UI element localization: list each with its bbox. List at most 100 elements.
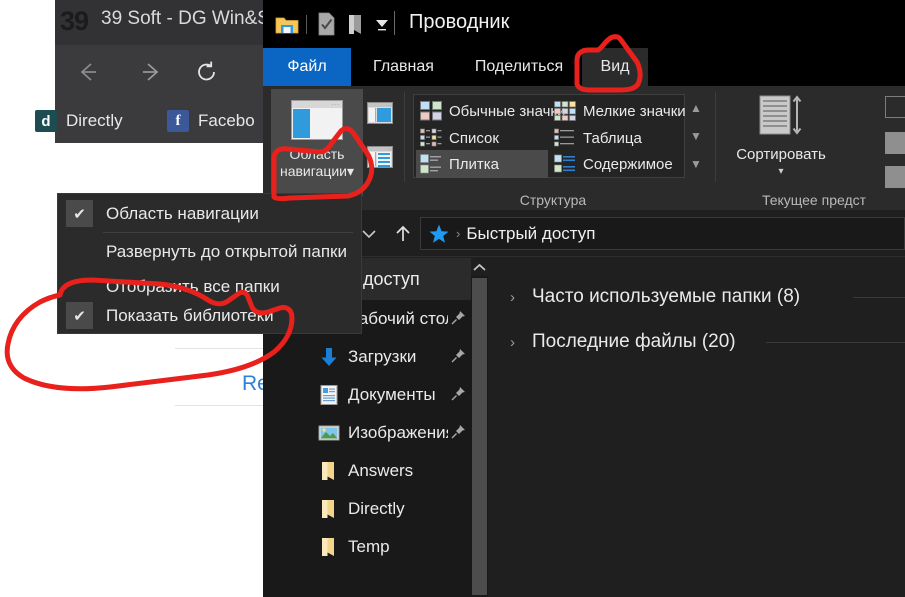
address-bar[interactable]: › Быстрый доступ <box>420 217 905 250</box>
layout-details[interactable]: Таблица <box>550 124 684 152</box>
size-all-columns-button[interactable] <box>885 166 905 188</box>
forward-button[interactable] <box>132 53 170 91</box>
facebook-icon: f <box>167 110 189 132</box>
layout-large-icons[interactable]: Обычные значки <box>416 97 565 125</box>
arrow-left-icon <box>80 63 96 81</box>
navigation-pane-icon: ··· <box>291 100 343 140</box>
up-button[interactable] <box>389 220 417 248</box>
properties-icon[interactable] <box>312 10 340 38</box>
nav-item-directly[interactable]: Directly <box>263 490 471 528</box>
group-label-current-view: Текущее предст <box>761 192 867 208</box>
new-folder-icon[interactable] <box>340 10 368 38</box>
sort-button[interactable]: Сортировать ▾ <box>733 92 829 192</box>
navigation-pane-dropdown-menu: ✔ Область навигации Развернуть до открыт… <box>57 193 362 334</box>
nav-item-answers[interactable]: Answers <box>263 452 471 490</box>
group-divider <box>715 92 716 182</box>
preview-pane-button[interactable]: ·· <box>367 102 393 124</box>
layout-item-label: Обычные значки <box>449 102 566 120</box>
nav-item-label: Directly <box>348 499 405 518</box>
documents-icon <box>318 384 340 406</box>
toolbar-divider <box>306 14 307 34</box>
layout-small-icons[interactable]: Мелкие значки <box>550 97 686 125</box>
group-title: Часто используемые папки (8) <box>532 286 801 307</box>
customize-qat-dropdown-icon[interactable] <box>368 10 396 38</box>
menu-item-label: Развернуть до открытой папки <box>106 241 347 261</box>
size-columns-button[interactable] <box>885 132 905 154</box>
chevron-down-icon: ▾ <box>778 166 784 177</box>
nav-item-label: Документы <box>348 385 436 404</box>
add-columns-button[interactable] <box>885 96 905 118</box>
pin-icon[interactable] <box>451 310 466 329</box>
tab-home[interactable]: Главная <box>351 48 456 86</box>
layout-item-label: Плитка <box>449 155 500 173</box>
nav-item-label: Temp <box>348 537 390 556</box>
tab-file[interactable]: Файл <box>263 48 351 86</box>
bookmark-directly[interactable]: d Directly <box>35 108 123 134</box>
layout-content[interactable]: Содержимое <box>550 150 684 178</box>
nav-item-label: Изображения <box>348 423 448 442</box>
back-button[interactable] <box>69 53 107 91</box>
bookmark-label: Facebo <box>198 111 255 130</box>
tab-view[interactable]: Вид <box>582 48 648 86</box>
list-icon <box>420 128 442 148</box>
gallery-scroll-controls: ▲ ▼ ▼ <box>687 94 705 178</box>
nav-item-temp[interactable]: Temp <box>263 528 471 566</box>
explorer-title-bar: Проводник <box>263 0 905 48</box>
layout-gallery: Обычные значки Мелкие значки Список Табл… <box>413 94 686 178</box>
ribbon-body: ··· Область навигации▾ ·· ·· Обычные зна… <box>263 86 905 210</box>
tab-share[interactable]: Поделиться <box>456 48 582 86</box>
tab-label: Главная <box>373 58 434 75</box>
arrow-up-icon <box>396 225 410 241</box>
chevron-up-icon <box>473 263 486 271</box>
gallery-scroll-down-button[interactable]: ▼ <box>690 130 702 142</box>
title-divider <box>394 11 395 35</box>
group-recent-files[interactable]: › Последние файлы (20) <box>510 325 736 359</box>
details-pane-button[interactable]: ·· <box>367 146 393 168</box>
menu-item-navigation-pane[interactable]: ✔ Область навигации <box>58 196 363 231</box>
nav-item-label: Рабочий стол <box>348 309 448 328</box>
directly-icon: d <box>35 110 57 132</box>
menu-item-expand-to-open-folder[interactable]: Развернуть до открытой папки <box>58 234 363 269</box>
tiles-icon <box>420 154 442 174</box>
group-divider <box>404 92 405 182</box>
nav-item-documents[interactable]: Документы <box>263 376 471 414</box>
nav-item-label: Загрузки <box>348 347 417 366</box>
folder-icon <box>318 460 340 482</box>
explorer-folder-icon[interactable] <box>273 10 301 38</box>
menu-item-show-libraries[interactable]: ✔ Показать библиотеки <box>58 298 363 333</box>
scrollbar-thumb[interactable] <box>472 278 487 595</box>
pin-icon[interactable] <box>451 348 466 367</box>
reload-icon <box>198 61 215 81</box>
layout-item-label: Мелкие значки <box>583 102 686 120</box>
tab-favicon: 39 <box>60 5 92 38</box>
ribbon-tab-strip: Файл Главная Поделиться Вид <box>263 48 905 86</box>
layout-tiles[interactable]: Плитка <box>416 150 548 178</box>
nav-item-pictures[interactable]: Изображения <box>263 414 471 452</box>
sort-label: Сортировать <box>736 146 826 163</box>
gallery-more-button[interactable]: ▼ <box>690 158 702 170</box>
group-frequent-folders[interactable]: › Часто используемые папки (8) <box>510 280 800 314</box>
screenshot-root: 39 39 Soft - DG Win&So d Directly f Face… <box>0 0 905 597</box>
nav-item-label: Answers <box>348 461 414 480</box>
navigation-pane-list: Рабочий стол Загрузки Документы Изображе… <box>263 300 471 597</box>
navigation-pane-scrollbar[interactable] <box>471 258 488 597</box>
layout-list[interactable]: Список <box>416 124 548 152</box>
reload-button[interactable] <box>188 53 226 91</box>
pin-icon[interactable] <box>451 424 466 443</box>
chevron-right-icon: › <box>510 288 515 306</box>
details-icon <box>554 128 576 148</box>
menu-item-label: Отобразить все папки <box>106 276 280 296</box>
content-icon <box>554 154 576 174</box>
gallery-scroll-up-button[interactable]: ▲ <box>690 102 702 114</box>
breadcrumb-quick-access[interactable]: Быстрый доступ <box>466 224 595 244</box>
tab-label: Поделиться <box>474 58 564 75</box>
pin-icon[interactable] <box>451 386 466 405</box>
browser-tab-title[interactable]: 39 Soft - DG Win&So <box>101 8 281 30</box>
sort-icon <box>759 95 802 135</box>
bookmark-facebook[interactable]: f Facebo <box>167 108 255 134</box>
navigation-pane-button[interactable]: ··· Область навигации▾ <box>271 89 363 196</box>
folder-icon <box>318 536 340 558</box>
scroll-up-button[interactable] <box>471 258 488 276</box>
layout-item-label: Содержимое <box>583 155 673 173</box>
nav-item-downloads[interactable]: Загрузки <box>263 338 471 376</box>
